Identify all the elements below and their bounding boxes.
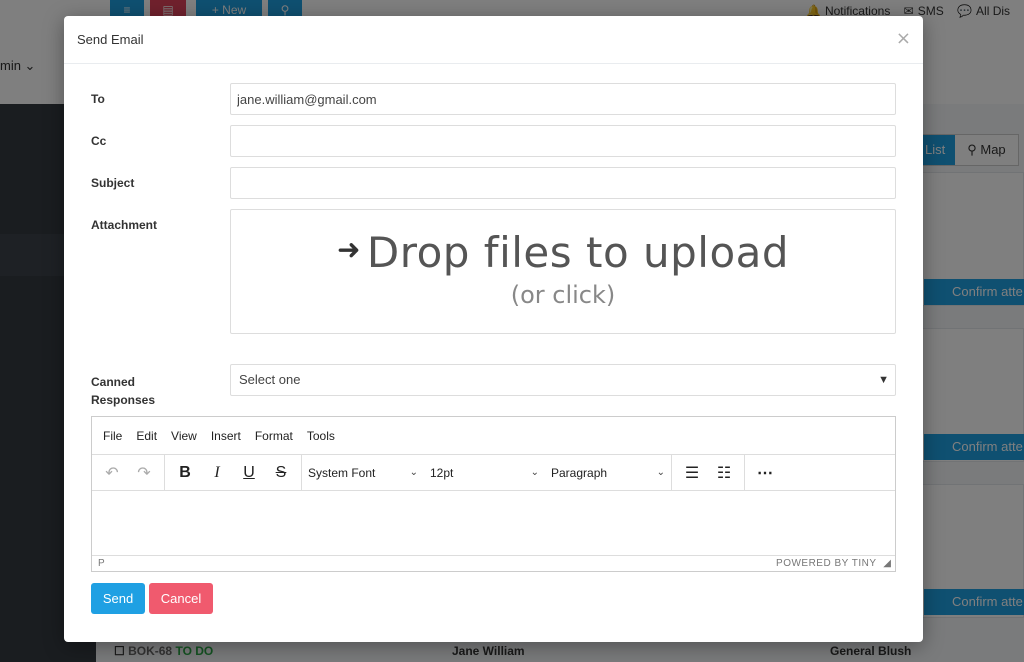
to-label: To [91, 92, 105, 106]
font-size-dropdown[interactable]: 12pt ⌄ [424, 459, 545, 487]
menu-view[interactable]: View [171, 429, 197, 443]
chevron-down-icon: ⌄ [409, 467, 418, 478]
editor-toolbar: ↶ ↷ B I U S System Font ⌄ 12pt ⌄ Paragra… [92, 454, 895, 491]
canned-selected-value: Select one [239, 372, 301, 387]
resize-handle-icon[interactable]: ◢ [883, 558, 891, 569]
block-format-value: Paragraph [551, 465, 608, 480]
dropzone-sub-text: (or click) [510, 281, 616, 309]
more-options-icon[interactable]: ⋯ [749, 459, 781, 487]
canned-responses-label: Canned Responses [91, 373, 155, 409]
canned-label-line1: Canned [91, 375, 136, 389]
menu-format[interactable]: Format [255, 429, 293, 443]
italic-icon[interactable]: I [201, 459, 233, 487]
block-format-dropdown[interactable]: Paragraph ⌄ [545, 459, 671, 487]
cc-label: Cc [91, 134, 107, 148]
numbered-list-icon[interactable]: ☰ [676, 459, 708, 487]
arrow-right-icon: ➜ [336, 233, 361, 266]
subject-input[interactable] [230, 167, 896, 199]
font-family-dropdown[interactable]: System Font ⌄ [302, 459, 424, 487]
format-group: B I U S [165, 454, 302, 491]
canned-responses-select[interactable]: Select one ▼ [230, 364, 896, 396]
font-size-value: 12pt [430, 465, 454, 480]
dropzone-main-text: Drop files to upload [366, 228, 790, 277]
editor-statusbar: P POWERED BY TINY ◢ [92, 555, 895, 571]
menu-tools[interactable]: Tools [307, 429, 335, 443]
list-group: ☰ ☷ [672, 454, 745, 491]
chevron-down-icon: ⌄ [656, 467, 665, 478]
to-input[interactable] [230, 83, 896, 115]
font-group: System Font ⌄ 12pt ⌄ Paragraph ⌄ [302, 454, 672, 491]
editor-menubar: File Edit View Insert Format Tools [92, 417, 895, 455]
cc-input[interactable] [230, 125, 896, 157]
undo-icon[interactable]: ↶ [96, 459, 128, 487]
bullet-list-icon[interactable]: ☷ [708, 459, 740, 487]
editor-content-area[interactable] [92, 491, 895, 555]
element-path[interactable]: P [98, 558, 105, 569]
rich-text-editor: File Edit View Insert Format Tools ↶ ↷ B… [91, 416, 896, 572]
menu-edit[interactable]: Edit [136, 429, 157, 443]
close-icon[interactable]: × [896, 28, 911, 49]
redo-icon[interactable]: ↷ [128, 459, 160, 487]
chevron-down-icon: ⌄ [530, 467, 539, 478]
underline-icon[interactable]: U [233, 459, 265, 487]
strikethrough-icon[interactable]: S [265, 459, 297, 487]
font-family-value: System Font [308, 465, 376, 480]
modal-title: Send Email [77, 32, 144, 47]
send-email-modal: Send Email × To Cc Subject Attachment ➜D… [64, 16, 923, 642]
menu-file[interactable]: File [103, 429, 122, 443]
file-dropzone[interactable]: ➜ Drop files to upload (or click) [230, 209, 896, 334]
dropzone-main: ➜ Drop files to upload [231, 228, 895, 277]
chevron-down-icon: ▼ [878, 374, 889, 386]
history-group: ↶ ↷ [92, 454, 165, 491]
subject-label: Subject [91, 176, 135, 190]
cancel-button[interactable]: Cancel [149, 583, 213, 614]
powered-by-link[interactable]: POWERED BY TINY [776, 558, 876, 569]
more-group: ⋯ [745, 455, 785, 491]
bold-icon[interactable]: B [169, 459, 201, 487]
attachment-label: Attachment [91, 218, 158, 232]
menu-insert[interactable]: Insert [211, 429, 241, 443]
modal-header: Send Email × [64, 16, 923, 64]
canned-label-line2: Responses [91, 393, 156, 407]
send-button[interactable]: Send [91, 583, 145, 614]
